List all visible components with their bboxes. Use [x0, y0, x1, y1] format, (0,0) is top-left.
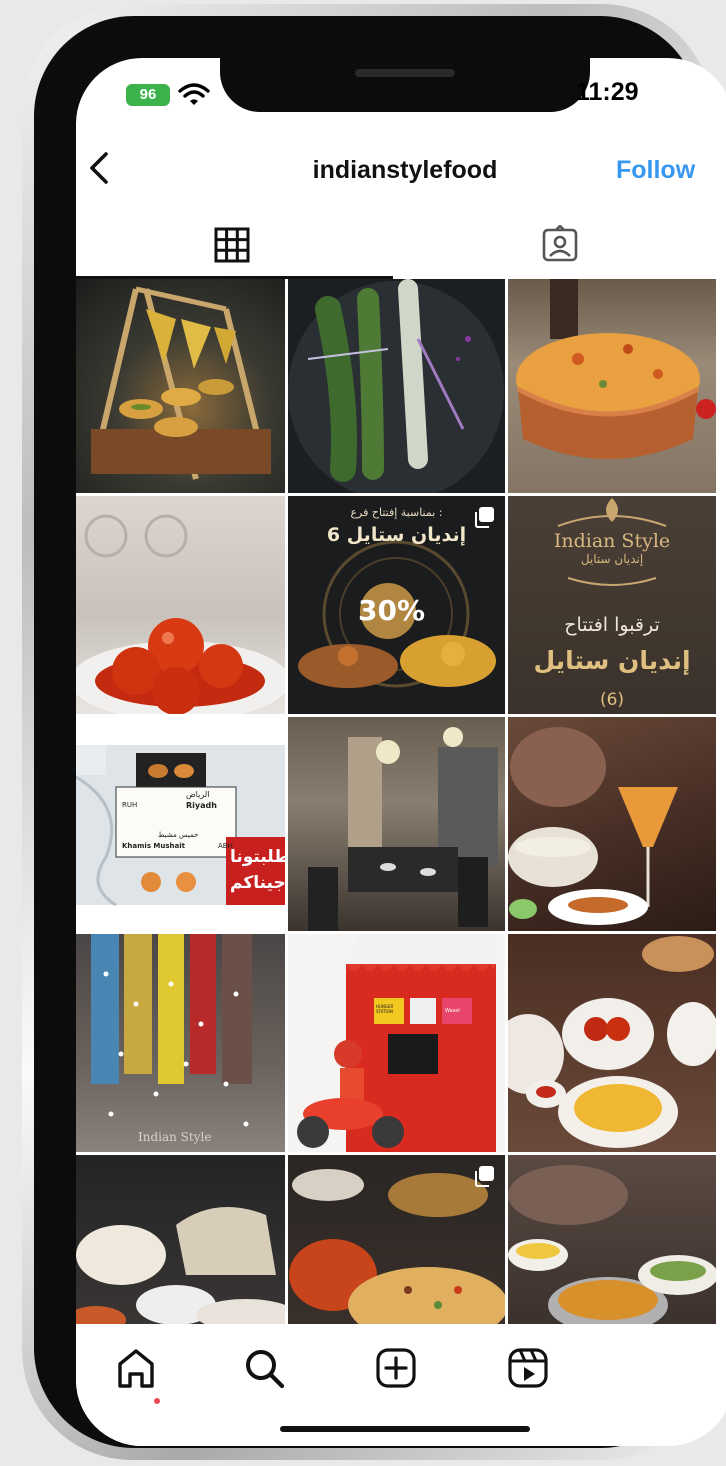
search-icon[interactable]: [242, 1346, 286, 1390]
wifi-icon: [178, 83, 210, 105]
home-icon[interactable]: [114, 1346, 158, 1390]
post-thumbnail[interactable]: الرياض Riyadh RUH ABH Khamis Mushait خمي…: [76, 717, 285, 931]
multi-post-icon: [475, 1166, 494, 1187]
discount-badge: 30%: [358, 594, 426, 627]
brand-name-en: Indian Style: [553, 530, 671, 552]
multi-post-icon: [475, 507, 494, 528]
phone-frame: 96 11:29 indianstylefood Follow بمناسبة …: [22, 4, 726, 1460]
post-thumbnail[interactable]: [288, 279, 505, 493]
brand-name-ar: إنديان ستايل: [580, 552, 644, 566]
route-origin-en: Riyadh: [186, 801, 217, 810]
post-thumbnail[interactable]: [288, 717, 505, 931]
route-origin-ar: الرياض: [186, 790, 210, 799]
post-thumbnail[interactable]: [288, 1155, 505, 1329]
post-thumbnail[interactable]: Indian Style إنديان ستايل ترقبوا افتتاح …: [508, 496, 716, 714]
follow-button[interactable]: Follow: [616, 156, 695, 185]
brand-watermark: Indian Style: [138, 1130, 212, 1144]
add-post-icon[interactable]: [374, 1346, 418, 1390]
notch: [220, 58, 590, 112]
opening-line2: إنديان ستايل: [533, 646, 691, 675]
delivery-sign-2: Wasel: [445, 1008, 460, 1014]
post-thumbnail[interactable]: [508, 279, 716, 493]
tagline-line2: وجيناكم: [230, 873, 285, 893]
tagline-line1: طلبتونا: [230, 847, 285, 867]
post-thumbnail[interactable]: [508, 717, 716, 931]
screen: 96 11:29 indianstylefood Follow بمناسبة …: [76, 58, 726, 1446]
post-thumbnail[interactable]: [76, 279, 285, 493]
home-indicator: [280, 1426, 530, 1432]
post-thumbnail[interactable]: [76, 496, 285, 714]
delivery-sign-1: HUNGER STATION: [376, 1004, 394, 1014]
post-thumbnail[interactable]: [76, 1155, 285, 1329]
posts-grid: بمناسبة إفتتاح فرع : إنديان ستايل 6 30% …: [76, 279, 726, 1329]
post-thumbnail[interactable]: [508, 1155, 716, 1329]
tagged-tab[interactable]: [540, 225, 580, 265]
post-thumbnail[interactable]: [508, 934, 716, 1152]
branch-number: (6): [599, 690, 625, 710]
status-time: 11:29: [576, 78, 639, 106]
phone-bezel: 96 11:29 indianstylefood Follow بمناسبة …: [34, 16, 726, 1448]
notification-dot: [154, 1398, 160, 1404]
route-code-origin: RUH: [122, 801, 138, 809]
battery-indicator: 96: [126, 84, 170, 106]
route-destination-en: Khamis Mushait: [122, 842, 185, 850]
post-thumbnail[interactable]: Indian Style: [76, 934, 285, 1152]
grid-tab[interactable]: [212, 225, 252, 265]
reels-icon[interactable]: [506, 1346, 550, 1390]
opening-line1: ترقبوا افتتاح: [564, 614, 660, 636]
post-thumbnail[interactable]: بمناسبة إفتتاح فرع : إنديان ستايل 6 30%: [288, 496, 505, 714]
route-destination-ar: خميس مشيط: [158, 831, 199, 839]
post-thumbnail[interactable]: HUNGER STATION Wasel: [288, 934, 505, 1152]
